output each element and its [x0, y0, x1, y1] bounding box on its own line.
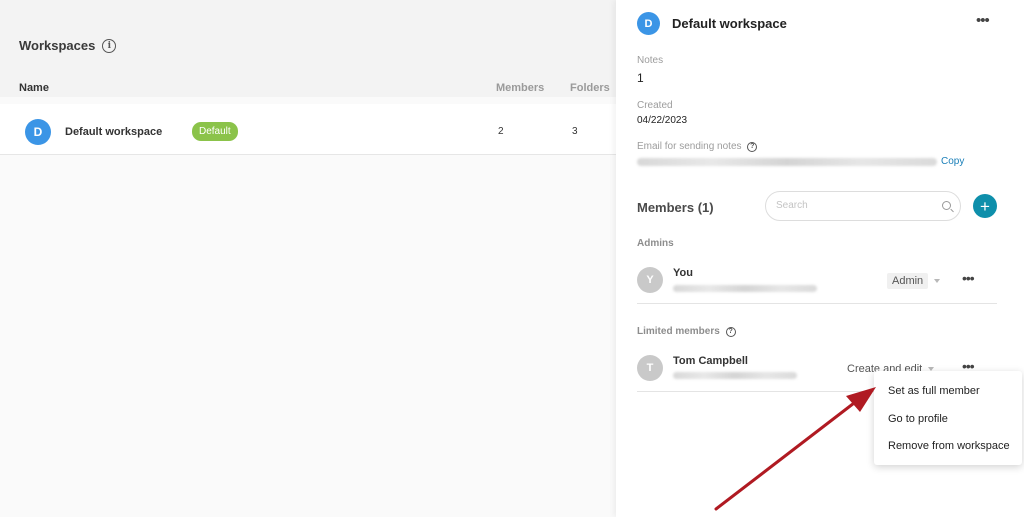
- default-badge: Default: [192, 122, 238, 141]
- avatar: T: [637, 355, 663, 381]
- members-heading: Members (1): [637, 200, 714, 215]
- role-dropdown[interactable]: Admin: [887, 273, 941, 289]
- add-member-button[interactable]: +: [973, 194, 997, 218]
- more-horizontal-icon[interactable]: •••: [962, 270, 975, 286]
- menu-item-set-full-member[interactable]: Set as full member: [888, 385, 980, 397]
- more-horizontal-icon[interactable]: •••: [976, 12, 990, 29]
- created-label: Created: [637, 100, 673, 111]
- member-search: [765, 191, 961, 221]
- copy-email-button[interactable]: Copy: [941, 156, 964, 167]
- member-row-admin: Y You Admin •••: [637, 256, 997, 304]
- notes-value: 1: [637, 71, 644, 85]
- member-email-redacted: [673, 372, 797, 379]
- chevron-down-icon: [934, 279, 941, 283]
- column-header-members[interactable]: Members: [496, 82, 544, 94]
- member-context-menu: Set as full member Go to profile Remove …: [874, 371, 1022, 465]
- limited-members-heading: Limited members ?: [637, 326, 736, 337]
- search-input[interactable]: [776, 200, 936, 211]
- menu-item-go-to-profile[interactable]: Go to profile: [888, 413, 948, 425]
- limited-members-heading-text: Limited members: [637, 326, 720, 337]
- email-label-text: Email for sending notes: [637, 141, 742, 152]
- help-icon[interactable]: ?: [747, 141, 758, 152]
- info-icon[interactable]: i: [102, 38, 117, 53]
- role-value: Admin: [887, 273, 929, 289]
- page-title-text: Workspaces: [19, 38, 96, 53]
- workspace-folders-count: 3: [572, 126, 578, 137]
- created-value: 04/22/2023: [637, 115, 688, 126]
- workspaces-page: Workspaces i Name Members Folders D Defa…: [0, 0, 616, 517]
- workspace-avatar: D: [25, 119, 51, 145]
- page-title: Workspaces i: [19, 38, 117, 53]
- avatar: Y: [637, 267, 663, 293]
- member-email-redacted: [673, 285, 817, 292]
- panel-workspace-avatar: D: [637, 12, 660, 35]
- help-icon[interactable]: ?: [725, 326, 736, 337]
- menu-item-remove-from-workspace[interactable]: Remove from workspace: [888, 440, 1010, 452]
- member-name: Tom Campbell: [673, 355, 748, 367]
- email-label: Email for sending notes ?: [637, 141, 758, 152]
- column-header-name[interactable]: Name: [19, 82, 49, 94]
- admins-heading: Admins: [637, 238, 674, 249]
- member-name: You: [673, 267, 693, 279]
- panel-title: Default workspace: [672, 16, 787, 31]
- notes-label: Notes: [637, 55, 664, 66]
- column-header-folders[interactable]: Folders: [570, 82, 610, 94]
- workspace-name: Default workspace: [65, 126, 163, 138]
- email-address-redacted: [637, 158, 937, 166]
- table-row[interactable]: D Default workspace Default 2 3: [0, 104, 616, 155]
- workspace-members-count: 2: [498, 126, 504, 137]
- search-icon: [942, 201, 951, 210]
